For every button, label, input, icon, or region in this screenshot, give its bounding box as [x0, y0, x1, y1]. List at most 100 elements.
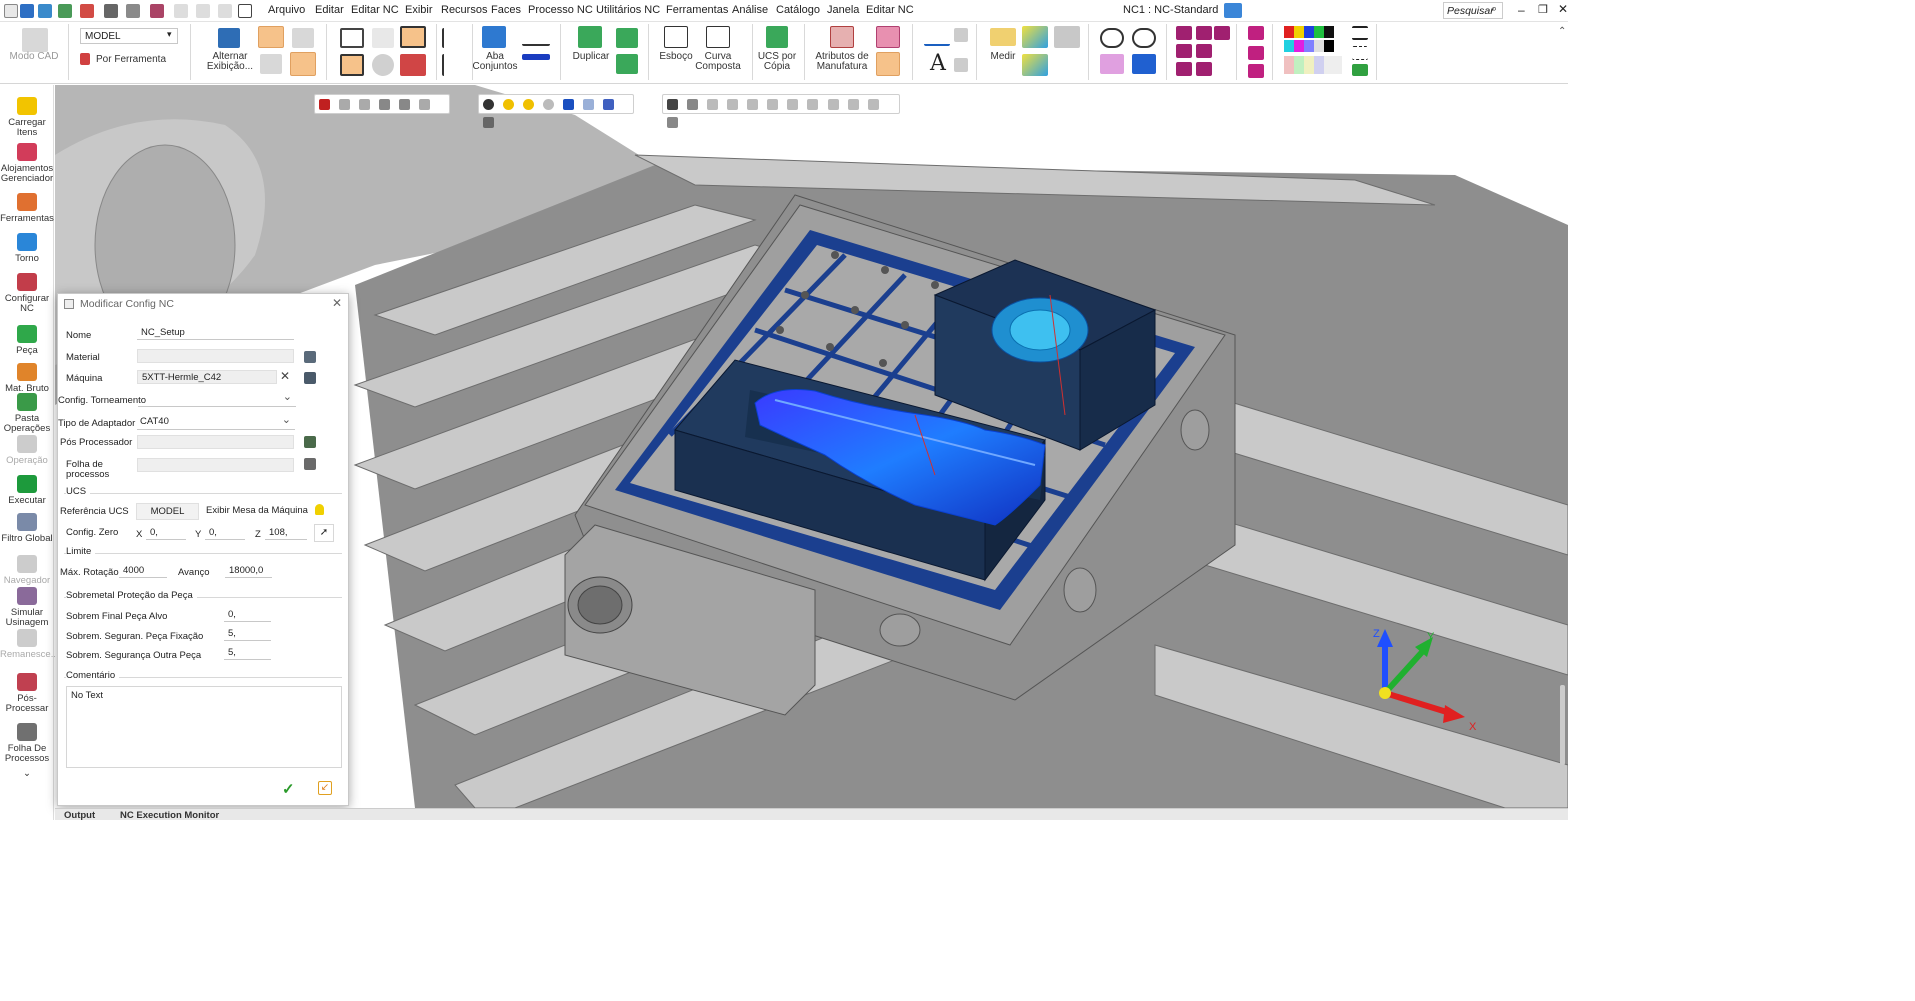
- green-shape-icon[interactable]: [616, 28, 638, 48]
- tab-nc-execution-monitor[interactable]: NC Execution Monitor: [120, 810, 219, 821]
- window-icon[interactable]: [238, 4, 252, 18]
- bar-icon[interactable]: [522, 28, 550, 46]
- menu-arquivo[interactable]: Arquivo: [268, 4, 305, 16]
- tab-output[interactable]: Output: [64, 810, 95, 821]
- dialog-close-button[interactable]: ✕: [332, 296, 342, 310]
- select-arrow-icon[interactable]: [319, 99, 330, 110]
- select-box-icon[interactable]: [339, 99, 351, 110]
- green-shape2-icon[interactable]: [616, 54, 638, 74]
- box-gray-icon[interactable]: [292, 28, 314, 48]
- search-box[interactable]: Pesquisar ⌕: [1443, 2, 1503, 19]
- view-bottom-icon[interactable]: [1196, 44, 1212, 58]
- render-mode-icon[interactable]: [483, 117, 494, 128]
- align-list-icon[interactable]: [442, 54, 462, 76]
- pen-pink2-icon[interactable]: [1248, 46, 1264, 60]
- menu-faces[interactable]: Faces: [491, 4, 521, 16]
- color-tool-icon[interactable]: [258, 26, 284, 48]
- arrow-right-icon[interactable]: [583, 99, 595, 110]
- new-file-icon[interactable]: [4, 4, 18, 18]
- blue-bar-icon[interactable]: [522, 54, 550, 60]
- pos-processador-browse-icon[interactable]: [304, 436, 316, 448]
- rotate-icon[interactable]: [667, 99, 678, 110]
- filter-icon[interactable]: [126, 4, 140, 18]
- help-icon[interactable]: [372, 28, 394, 48]
- pen-pink-icon[interactable]: [1248, 26, 1264, 40]
- cube-icon[interactable]: [603, 99, 615, 110]
- pan-icon[interactable]: [687, 99, 699, 110]
- zoom-fit-icon[interactable]: [1132, 28, 1156, 48]
- left-tool-5[interactable]: Peça: [0, 325, 54, 356]
- print-icon[interactable]: [58, 4, 72, 18]
- view-c-icon[interactable]: [747, 99, 759, 110]
- left-tool-14[interactable]: Pós- Processar: [0, 673, 54, 714]
- select-chain-icon[interactable]: [399, 99, 411, 110]
- left-tool-2[interactable]: Ferramentas: [0, 193, 54, 224]
- comentario-textarea[interactable]: No Text: [66, 686, 342, 768]
- left-tool-6[interactable]: Mat. Bruto: [0, 363, 54, 394]
- left-tool-1[interactable]: Alojamentos Gerenciador: [0, 143, 54, 184]
- left-tool-7[interactable]: Pasta Operações: [0, 393, 54, 434]
- menu-processo-nc[interactable]: Processo NC: [528, 4, 593, 16]
- select-filter-icon[interactable]: [379, 99, 391, 110]
- light-off-icon[interactable]: [483, 99, 494, 110]
- refresh-icon[interactable]: [218, 4, 232, 18]
- restore-button[interactable]: ❐: [1538, 3, 1548, 16]
- menu-catalogo[interactable]: Catálogo: [776, 4, 820, 16]
- menu-analise[interactable]: Análise: [732, 4, 768, 16]
- menu-editar-nc[interactable]: Editar NC: [351, 4, 399, 16]
- view-more-icon[interactable]: [667, 117, 678, 128]
- layers-icon[interactable]: [104, 4, 118, 18]
- measure-button[interactable]: Medir: [982, 52, 1024, 62]
- minimize-button[interactable]: –: [1518, 3, 1525, 17]
- light-yellow-icon[interactable]: [523, 99, 535, 110]
- view-a-icon[interactable]: [707, 99, 719, 110]
- menu-exibir[interactable]: Exibir: [405, 4, 433, 16]
- view-left-icon[interactable]: [1176, 62, 1192, 76]
- cancel-button[interactable]: ↙: [318, 781, 332, 795]
- surface-gray-icon[interactable]: [1054, 26, 1080, 48]
- left-tool-9[interactable]: Executar: [0, 475, 54, 506]
- tipo-adaptador-select[interactable]: CAT40: [137, 413, 295, 430]
- sobrem-outra-field[interactable]: 5,: [224, 646, 271, 660]
- copy-icon[interactable]: [150, 4, 164, 18]
- bulb-tool-icon[interactable]: [876, 52, 900, 76]
- arrow-left-icon[interactable]: [563, 99, 575, 110]
- text-small-icon[interactable]: [954, 58, 968, 72]
- sobrem-final-field[interactable]: 0,: [224, 608, 271, 622]
- pos-processador-field[interactable]: [137, 435, 294, 449]
- manufacturing-attributes-button[interactable]: Atributos de Manufatura: [810, 52, 874, 72]
- brush-icon[interactable]: [1352, 64, 1368, 76]
- view-top-icon[interactable]: [1176, 26, 1192, 40]
- list-icon[interactable]: [340, 54, 364, 76]
- dim-small-icon[interactable]: [954, 28, 968, 42]
- cad-mode-button[interactable]: Modo CAD: [4, 52, 64, 62]
- pen-pink3-icon[interactable]: [1248, 64, 1264, 78]
- material-field[interactable]: [137, 349, 294, 363]
- view-d-icon[interactable]: [767, 99, 779, 110]
- menu-recursos[interactable]: Recursos: [441, 4, 487, 16]
- nome-field[interactable]: NC_Setup: [137, 326, 294, 340]
- zoom-window-icon[interactable]: [1100, 28, 1124, 48]
- view-f-icon[interactable]: [807, 99, 819, 110]
- left-toolbar-more-icon[interactable]: ⌄: [0, 769, 54, 779]
- align-vertical-icon[interactable]: [442, 28, 458, 48]
- view-back-icon[interactable]: [1196, 62, 1212, 76]
- toggle-display-button[interactable]: Alternar Exibição...: [200, 52, 260, 72]
- line-width-icon[interactable]: [1352, 46, 1368, 60]
- ucs-by-copy-button[interactable]: UCS por Cópia: [754, 52, 800, 72]
- view-i-icon[interactable]: [867, 99, 879, 110]
- menu-utilitarios-nc[interactable]: Utilitários NC: [596, 4, 660, 16]
- menu-editar[interactable]: Editar: [315, 4, 344, 16]
- duplicate-button[interactable]: Duplicar: [566, 52, 616, 62]
- max-rotacao-field[interactable]: 4000: [119, 564, 167, 578]
- by-tool-button[interactable]: Por Ferramenta: [96, 55, 166, 65]
- stock-gray-icon[interactable]: [260, 54, 282, 74]
- referencia-ucs-button[interactable]: MODEL: [136, 503, 199, 520]
- open-icon[interactable]: [38, 4, 52, 18]
- maquina-browse-icon[interactable]: [304, 372, 316, 384]
- color-palette[interactable]: [1284, 26, 1342, 74]
- menu-janela[interactable]: Janela: [827, 4, 859, 16]
- assemblies-tab-button[interactable]: Aba Conjuntos: [468, 52, 522, 72]
- light-gray-icon[interactable]: [543, 99, 555, 110]
- view-e-icon[interactable]: [787, 99, 799, 110]
